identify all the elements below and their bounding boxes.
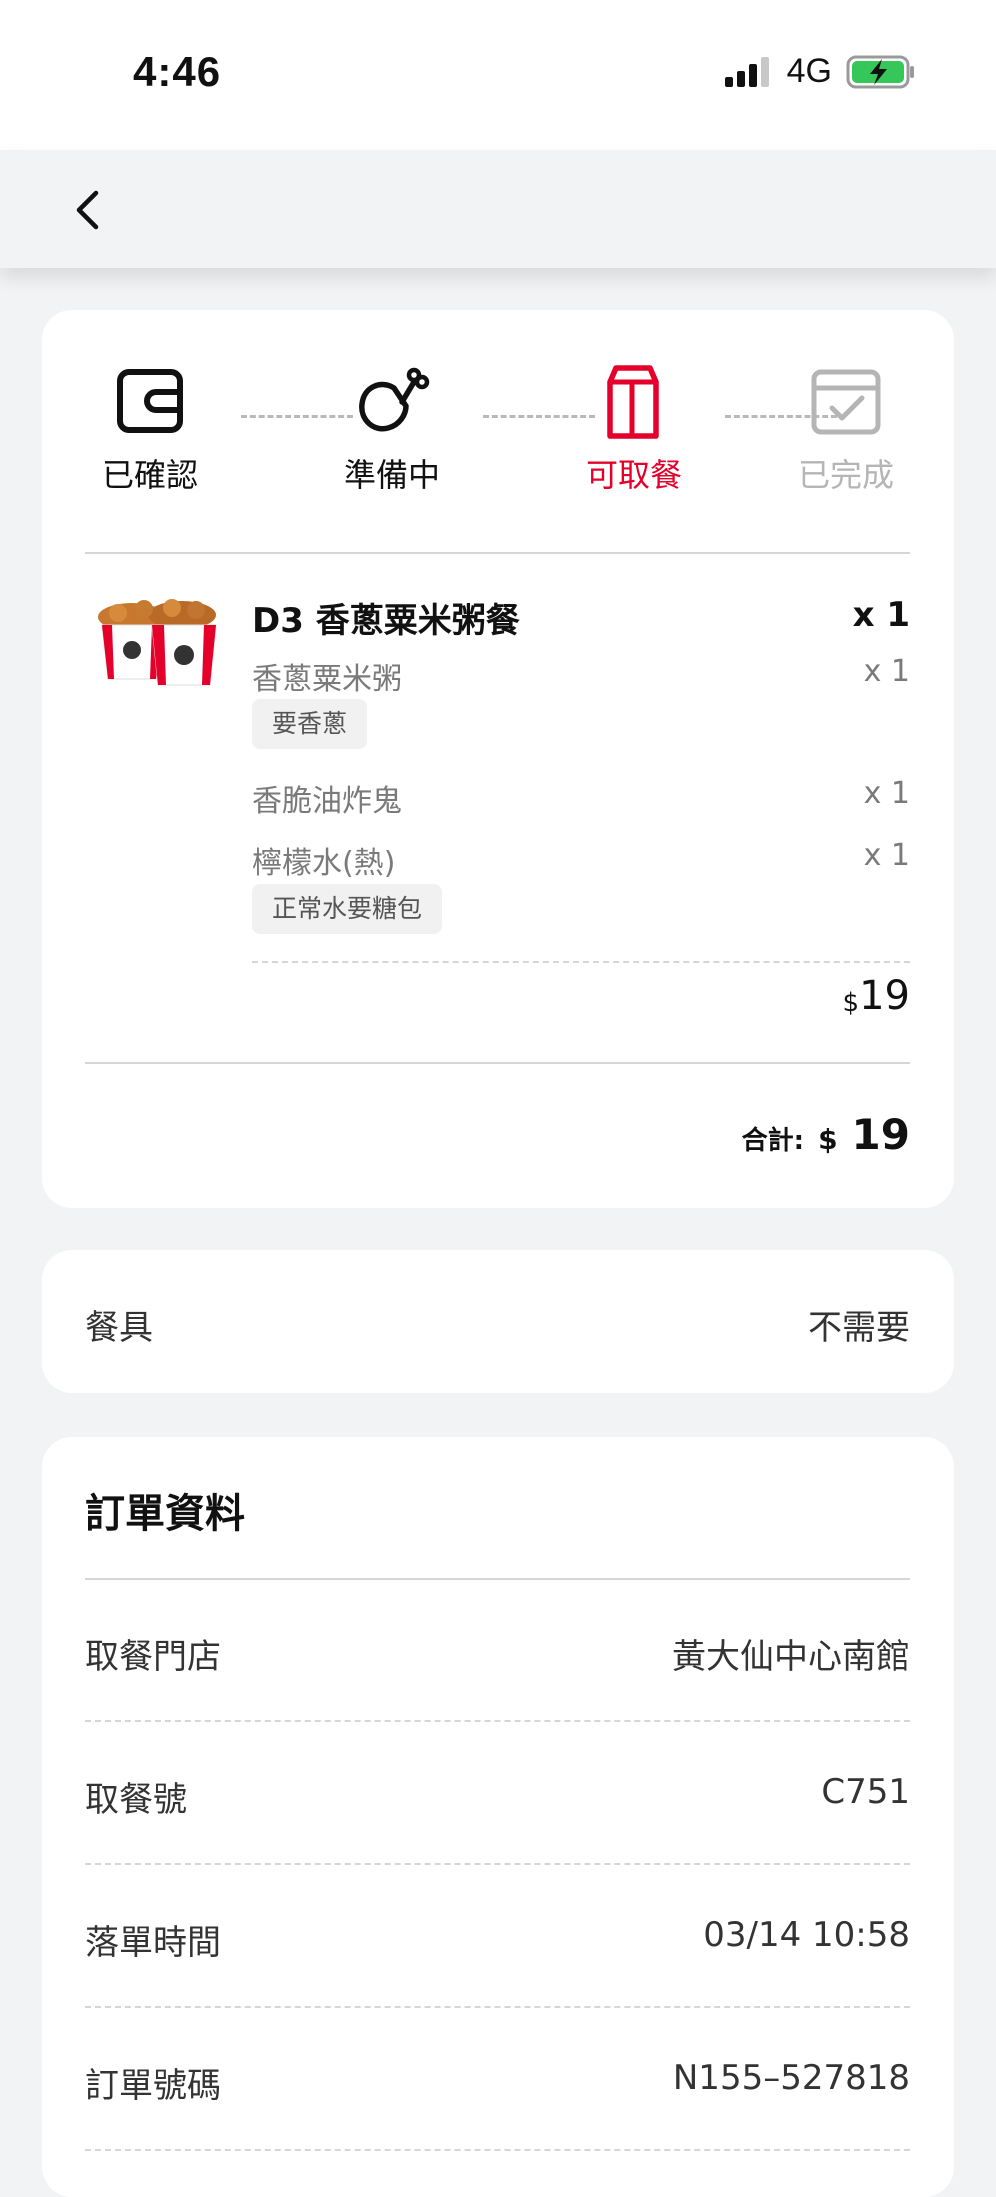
drumstick-icon xyxy=(359,367,430,432)
item-price: $19 xyxy=(843,973,910,1019)
info-row-value: N155–527818 xyxy=(672,2058,910,2098)
info-row-label: 落單時間 xyxy=(85,1923,221,1963)
network-label: 4G xyxy=(786,52,832,90)
bag-icon xyxy=(607,365,659,439)
step-confirmed: 已確認 xyxy=(85,362,215,496)
component-name: 檸檬水(熱) xyxy=(252,846,396,881)
utensils-value: 不需要 xyxy=(808,1308,910,1348)
step-ready: 可取餐 xyxy=(569,362,699,496)
divider xyxy=(85,2149,910,2151)
status-time: 4:46 xyxy=(133,48,222,95)
order-total: 合計: $ 19 xyxy=(742,1110,910,1159)
divider xyxy=(85,1062,910,1064)
component-name: 香脆油炸鬼 xyxy=(252,784,402,819)
info-row-value: 03/14 10:58 xyxy=(703,1915,910,1955)
progress-steps: 已確認 準備中 可取餐 已完成 xyxy=(85,362,911,494)
order-info-title: 訂單資料 xyxy=(85,1491,245,1537)
divider xyxy=(85,552,910,554)
info-row-value: C751 xyxy=(821,1772,910,1812)
divider xyxy=(252,961,910,963)
price-value: 19 xyxy=(859,973,910,1019)
order-status-card: 已確認 準備中 可取餐 已完成 D3 香蔥粟米粥餐 x 1 香蔥粟米粥 x 1 … xyxy=(42,310,954,1208)
step-preparing: 準備中 xyxy=(327,362,457,496)
info-row-label: 訂單號碼 xyxy=(85,2066,221,2106)
meal-quantity: x 1 xyxy=(852,595,910,635)
info-row-label: 取餐門店 xyxy=(85,1637,221,1677)
step-label: 已確認 xyxy=(101,456,198,494)
wallet-icon xyxy=(117,369,183,433)
divider xyxy=(85,2006,910,2008)
divider xyxy=(85,1720,910,1722)
price-currency: $ xyxy=(842,988,860,1018)
component-quantity: x 1 xyxy=(863,838,910,873)
status-indicators: 4G xyxy=(723,52,916,91)
component-quantity: x 1 xyxy=(863,776,910,811)
info-row-value: 黃大仙中心南館 xyxy=(672,1637,910,1677)
signal-icon xyxy=(724,56,769,87)
order-info-card: 訂單資料 取餐門店 黃大仙中心南館 取餐號 C751 落單時間 03/14 10… xyxy=(42,1437,954,2197)
nav-bar xyxy=(0,150,996,268)
divider xyxy=(85,1578,910,1580)
divider xyxy=(85,1863,910,1865)
battery-charging-icon xyxy=(846,55,914,88)
step-label: 準備中 xyxy=(343,456,440,494)
step-label: 可取餐 xyxy=(585,456,682,494)
step-label: 已完成 xyxy=(797,456,894,494)
total-label: 合計: xyxy=(741,1126,805,1156)
utensils-label: 餐具 xyxy=(85,1308,153,1348)
meal-thumbnail xyxy=(98,599,217,686)
total-value: 19 xyxy=(851,1110,910,1159)
calendar-check-icon xyxy=(811,369,881,435)
meal-name: D3 香蔥粟米粥餐 xyxy=(252,601,520,641)
component-option-tag: 正常水要糖包 xyxy=(252,884,443,934)
info-row-label: 取餐號 xyxy=(85,1780,187,1820)
component-option-tag: 要香蔥 xyxy=(252,699,368,749)
component-quantity: x 1 xyxy=(863,654,910,689)
chevron-left-icon[interactable] xyxy=(64,185,114,235)
status-bar: 4:46 4G xyxy=(0,0,996,150)
step-completed: 已完成 xyxy=(781,362,911,496)
total-currency: $ xyxy=(818,1123,838,1156)
utensils-card: 餐具 不需要 xyxy=(42,1250,954,1393)
component-name: 香蔥粟米粥 xyxy=(252,662,402,697)
